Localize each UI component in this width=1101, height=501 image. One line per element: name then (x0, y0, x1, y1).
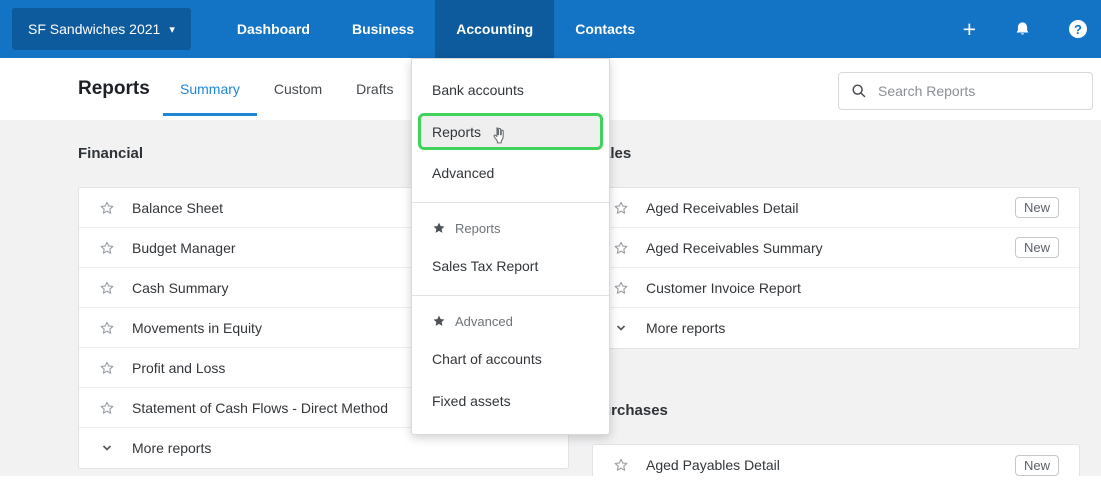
report-label: Aged Receivables Detail (646, 200, 1015, 216)
nav-item-contacts[interactable]: Contacts (554, 0, 656, 58)
report-label: More reports (132, 440, 548, 456)
star-icon[interactable] (613, 280, 629, 296)
new-badge: New (1015, 197, 1059, 218)
report-row-aged-receivables-summary[interactable]: Aged Receivables Summary New (593, 228, 1079, 268)
page-title: Reports (78, 58, 150, 120)
tab-summary[interactable]: Summary (163, 58, 257, 120)
menu-group-header-advanced: Advanced (412, 304, 609, 338)
bottom-whitespace (0, 476, 1101, 501)
star-icon[interactable] (99, 320, 115, 336)
menu-item-reports[interactable]: Reports (418, 113, 603, 150)
report-row-aged-receivables-detail[interactable]: Aged Receivables Detail New (593, 188, 1079, 228)
report-row-customer-invoice-report[interactable]: Customer Invoice Report (593, 268, 1079, 308)
star-icon[interactable] (99, 280, 115, 296)
new-badge: New (1015, 455, 1059, 476)
org-name: SF Sandwiches 2021 (28, 21, 160, 37)
caret-down-icon: ▾ (169, 23, 175, 36)
menu-group-header-reports: Reports (412, 211, 609, 245)
star-icon[interactable] (613, 457, 629, 473)
purchases-card: Aged Payables Detail New (592, 444, 1080, 476)
sales-column: Sales Aged Receivables Detail New Aged R… (592, 120, 1080, 476)
menu-item-sales-tax-report[interactable]: Sales Tax Report (412, 245, 609, 287)
menu-item-fixed-assets[interactable]: Fixed assets (412, 380, 609, 422)
report-row-aged-payables-detail[interactable]: Aged Payables Detail New (593, 445, 1079, 476)
star-icon[interactable] (99, 200, 115, 216)
menu-item-chart-of-accounts[interactable]: Chart of accounts (412, 338, 609, 380)
search-box[interactable] (838, 72, 1093, 110)
plus-icon[interactable]: + (963, 18, 976, 41)
org-switcher[interactable]: SF Sandwiches 2021 ▾ (12, 8, 191, 50)
star-icon[interactable] (99, 360, 115, 376)
report-label: Aged Receivables Summary (646, 240, 1015, 256)
star-icon[interactable] (99, 240, 115, 256)
star-icon[interactable] (613, 200, 629, 216)
nav-item-accounting[interactable]: Accounting (435, 0, 554, 58)
search-input[interactable] (878, 83, 1080, 99)
star-icon[interactable] (613, 240, 629, 256)
section-title-sales: Sales (592, 145, 1080, 165)
tab-drafts[interactable]: Drafts (339, 58, 410, 120)
section-title-purchases: Purchases (592, 402, 1080, 422)
report-label: Customer Invoice Report (646, 280, 1059, 296)
nav-item-business[interactable]: Business (331, 0, 435, 58)
help-icon[interactable]: ? (1069, 20, 1087, 38)
star-icon[interactable] (99, 400, 115, 416)
menu-divider (412, 295, 609, 296)
new-badge: New (1015, 237, 1059, 258)
chevron-down-icon (613, 322, 629, 334)
more-reports-row-sales[interactable]: More reports (593, 308, 1079, 348)
menu-item-bank-accounts[interactable]: Bank accounts (412, 69, 609, 111)
top-navbar: SF Sandwiches 2021 ▾ Dashboard Business … (0, 0, 1101, 58)
menu-divider (412, 202, 609, 203)
sales-card: Aged Receivables Detail New Aged Receiva… (592, 187, 1080, 349)
nav-item-dashboard[interactable]: Dashboard (216, 0, 331, 58)
menu-item-advanced[interactable]: Advanced (412, 152, 609, 194)
bell-icon[interactable] (1014, 21, 1031, 38)
chevron-down-icon (99, 442, 115, 454)
navbar-actions: + ? (963, 0, 1087, 58)
menu-group-label: Reports (455, 221, 501, 236)
tab-custom[interactable]: Custom (257, 58, 339, 120)
cursor-pointer-icon (491, 126, 507, 145)
star-filled-icon (432, 314, 446, 328)
report-label: Aged Payables Detail (646, 457, 1015, 473)
star-filled-icon (432, 221, 446, 235)
menu-group-label: Advanced (455, 314, 513, 329)
report-tabs: Summary Custom Drafts (163, 58, 410, 120)
search-icon (851, 83, 867, 99)
main-nav: Dashboard Business Accounting Contacts (216, 0, 656, 58)
report-label: More reports (646, 320, 1059, 336)
accounting-dropdown-menu: Bank accounts Reports Advanced Reports S… (411, 58, 610, 435)
menu-item-label: Reports (432, 124, 481, 140)
